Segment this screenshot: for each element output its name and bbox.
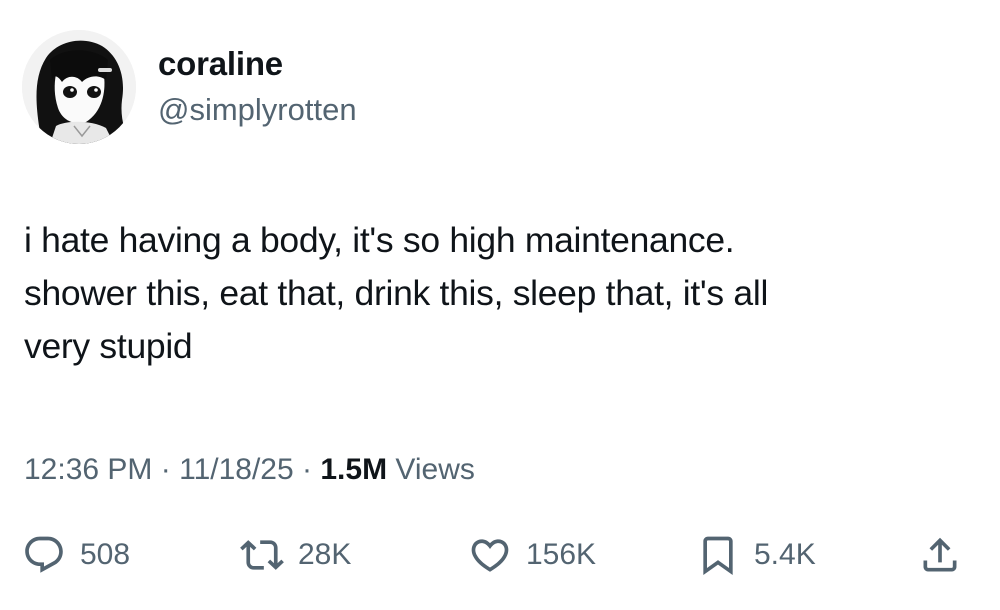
bookmark-button[interactable]: 5.4K (696, 530, 816, 580)
meta-separator: · (302, 453, 313, 486)
action-bar: 508 28K 156K 5.4K (0, 530, 1000, 580)
views-count: 1.5M (320, 453, 388, 486)
bookmark-icon (703, 536, 733, 576)
user-handle[interactable]: @simplyrotten (158, 90, 357, 130)
avatar[interactable] (22, 30, 136, 144)
repost-count: 28K (298, 538, 352, 571)
display-name[interactable]: coraline (158, 44, 357, 84)
reply-button[interactable]: 508 (22, 530, 130, 580)
post-time[interactable]: 12:36 PM (24, 453, 152, 486)
post-meta: 12:36 PM · 11/18/25 · 1.5M Views (24, 450, 475, 490)
bookmark-count: 5.4K (754, 538, 816, 571)
post-date[interactable]: 11/18/25 (179, 453, 294, 486)
user-names: coraline @simplyrotten (158, 44, 357, 130)
heart-icon (471, 539, 509, 572)
post-text-line: very stupid (24, 326, 193, 366)
post-text: i hate having a body, it's so high maint… (24, 214, 984, 373)
post-text-line: shower this, eat that, drink this, sleep… (24, 273, 769, 313)
post-text-line: i hate having a body, it's so high maint… (24, 220, 735, 260)
reply-icon (25, 536, 63, 573)
reply-count: 508 (80, 538, 131, 571)
repost-icon (240, 540, 284, 570)
meta-separator: · (160, 453, 171, 486)
repost-button[interactable]: 28K (240, 530, 351, 580)
anime-girl-avatar-icon (22, 30, 136, 144)
like-button[interactable]: 156K (468, 530, 596, 580)
share-button[interactable] (918, 530, 962, 580)
tweet-card: coraline @simplyrotten i hate having a b… (0, 0, 1000, 610)
views-label: Views (395, 453, 475, 486)
share-icon (923, 537, 957, 572)
like-count: 156K (526, 538, 597, 571)
